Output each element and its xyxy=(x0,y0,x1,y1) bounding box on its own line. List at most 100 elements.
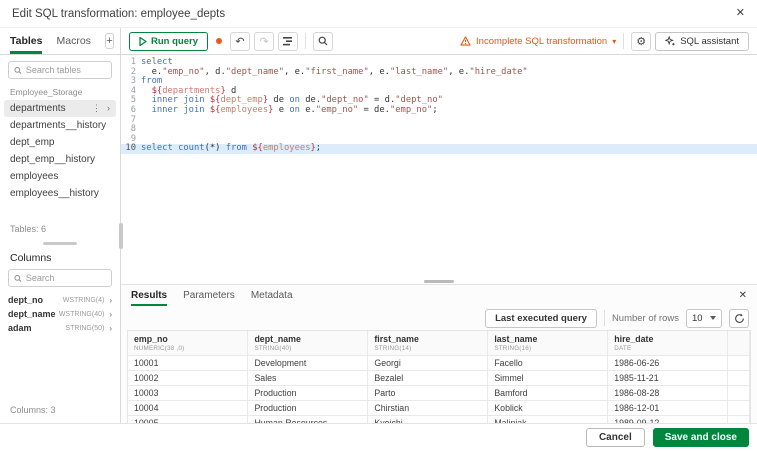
tables-search-input[interactable] xyxy=(25,65,106,75)
tab-parameters[interactable]: Parameters xyxy=(183,285,235,306)
run-query-button[interactable]: Run query xyxy=(129,31,208,51)
code-line-text: inner join ${employees} e on e."emp_no" … xyxy=(151,104,438,115)
table-item-dept_emp__history[interactable]: dept_emp__history xyxy=(4,151,116,168)
number-of-rows-label: Number of rows xyxy=(611,312,679,324)
rows-select-value: 10 xyxy=(692,312,703,324)
table-cell: Georgi xyxy=(367,355,489,371)
add-table-button[interactable]: + xyxy=(104,33,114,49)
run-query-label: Run query xyxy=(151,35,198,47)
warning-label: Incomplete SQL transformation xyxy=(476,35,608,47)
table-row[interactable]: 10005 Human Resources Kyoichi Maliniak 1989-… xyxy=(128,415,750,423)
undo-button[interactable]: ↶ xyxy=(229,31,250,51)
tab-metadata[interactable]: Metadata xyxy=(251,285,293,306)
table-row[interactable]: 10004 Production Chirstian Koblick 1986-12-0… xyxy=(128,400,750,416)
columns-search-input[interactable] xyxy=(25,273,106,283)
table-cell: Chirstian xyxy=(367,400,489,416)
column-type: WSTRING(40) xyxy=(58,310,105,318)
code-line-7[interactable]: 7 xyxy=(121,115,757,126)
table-item-departments[interactable]: departments ⋮ › xyxy=(4,100,116,117)
storage-group-label: Employee_Storage xyxy=(10,87,83,97)
table-item-label: employees xyxy=(10,171,59,182)
column-header-dept_name[interactable]: dept_name STRING(40) xyxy=(247,331,369,356)
results-panel-resize-handle[interactable] xyxy=(424,280,454,283)
column-header-first_name[interactable]: first_name STRING(14) xyxy=(367,331,489,356)
results-table-header-row: emp_no NUMERIC(38 ,0) dept_name STRING(40) f… xyxy=(128,331,750,356)
toolbar-separator xyxy=(304,33,306,49)
chevron-right-icon[interactable]: › xyxy=(107,103,110,114)
controls-separator xyxy=(603,310,605,326)
column-item-dept_name[interactable]: dept_name WSTRING(40) › xyxy=(8,307,112,321)
sql-code-editor[interactable]: 1 select 2 e."emp_no", d."dept_name", e."f… xyxy=(121,55,757,284)
column-header-emp_no[interactable]: emp_no NUMERIC(38 ,0) xyxy=(128,331,249,356)
table-cell: 1986-12-01 xyxy=(607,400,729,416)
table-cell: 10005 xyxy=(128,415,249,423)
chevron-down-icon xyxy=(709,316,716,320)
table-cell: 10002 xyxy=(128,370,249,386)
code-line-10[interactable]: 10 select count(*) from ${employees}; xyxy=(121,144,757,154)
results-panel: Results Parameters Metadata ✕ Last execu… xyxy=(121,284,757,423)
toolbar-separator xyxy=(623,33,625,49)
table-item-label: dept_emp__history xyxy=(10,154,96,165)
tab-tables[interactable]: Tables xyxy=(10,28,43,54)
columns-list: dept_no WSTRING(4) › dept_name WSTRING(40) › a… xyxy=(0,293,120,335)
table-item-label: departments__history xyxy=(10,120,107,131)
table-item-label: departments xyxy=(10,103,66,114)
code-line-8[interactable]: 8 xyxy=(121,125,757,135)
table-row[interactable]: 10001 Development Georgi Facello 1986-06-26 xyxy=(128,355,750,371)
tab-macros[interactable]: Macros xyxy=(56,28,90,54)
column-name: dept_name xyxy=(8,309,56,319)
table-cell: 1985-11-21 xyxy=(607,370,729,386)
redo-button[interactable]: ↷ xyxy=(253,31,274,51)
close-icon[interactable]: ✕ xyxy=(736,8,745,19)
table-row[interactable]: 10003 Production Parto Bamford 1986-08-28 xyxy=(128,385,750,401)
main-area: Employee_Storage departments⋮›department… xyxy=(0,55,757,423)
column-header-hire_date[interactable]: hire_date DATE xyxy=(607,331,729,356)
save-and-close-button[interactable]: Save and close xyxy=(652,428,749,447)
table-item-employees__history[interactable]: employees__history xyxy=(4,185,116,202)
header-name: first_name xyxy=(374,334,419,344)
number-of-rows-select[interactable]: 10 xyxy=(686,308,722,328)
columns-search[interactable] xyxy=(8,269,112,287)
columns-panel-resize-handle[interactable] xyxy=(43,242,77,245)
table-item-employees[interactable]: employees xyxy=(4,168,116,185)
refresh-results-button[interactable] xyxy=(729,308,749,328)
column-item-dept_no[interactable]: dept_no WSTRING(4) › xyxy=(8,293,112,307)
search-code-button[interactable] xyxy=(312,31,333,51)
column-name: dept_no xyxy=(8,295,43,305)
sparkle-icon xyxy=(665,36,675,46)
table-cell: Human Resources xyxy=(247,415,369,423)
kebab-menu-icon[interactable]: ⋮ xyxy=(92,103,101,114)
incomplete-transformation-warning[interactable]: Incomplete SQL transformation ▾ xyxy=(460,36,616,47)
table-item-label: employees__history xyxy=(10,188,99,199)
table-item-dept_emp[interactable]: dept_emp xyxy=(4,134,116,151)
table-cell: Maliniak xyxy=(487,415,609,423)
chevron-right-icon: › xyxy=(109,309,112,319)
column-item-adam[interactable]: adam STRING(50) › xyxy=(8,321,112,335)
results-table: emp_no NUMERIC(38 ,0) dept_name STRING(40) f… xyxy=(128,331,750,423)
table-cell: Production xyxy=(247,385,369,401)
cancel-button[interactable]: Cancel xyxy=(585,428,645,447)
last-executed-query-button[interactable]: Last executed query xyxy=(485,308,597,328)
column-header-last_name[interactable]: last_name STRING(16) xyxy=(487,331,609,356)
table-item-departments__history[interactable]: departments__history xyxy=(4,117,116,134)
format-code-button[interactable] xyxy=(277,31,298,51)
dialog-title: Edit SQL transformation: employee_depts xyxy=(12,7,226,20)
tables-sidebar: Employee_Storage departments⋮›department… xyxy=(0,55,121,423)
tab-results[interactable]: Results xyxy=(131,285,168,306)
code-line-6[interactable]: 6 inner join ${employees} e on e."emp_no… xyxy=(121,104,757,116)
settings-button[interactable]: ⚙ xyxy=(631,31,652,51)
table-row[interactable]: 10002 Sales Bezalel Simmel 1985-11-21 xyxy=(128,370,750,386)
code-line-2[interactable]: 2 e."emp_no", d."dept_name", e."first_na… xyxy=(121,67,757,78)
sidebar-resize-handle[interactable] xyxy=(119,223,123,249)
header-name: hire_date xyxy=(614,334,654,344)
sql-assistant-button[interactable]: SQL assistant xyxy=(655,31,749,51)
results-close-icon[interactable]: ✕ xyxy=(739,290,747,301)
row-spacer xyxy=(727,355,750,371)
table-cell: 10003 xyxy=(128,385,249,401)
code-line-text: select count(*) from ${employees}; xyxy=(141,143,322,154)
header-type: DATE xyxy=(614,345,632,352)
table-cell: Development xyxy=(247,355,369,371)
header-type: STRING(40) xyxy=(254,345,292,352)
tables-search[interactable] xyxy=(8,61,112,79)
